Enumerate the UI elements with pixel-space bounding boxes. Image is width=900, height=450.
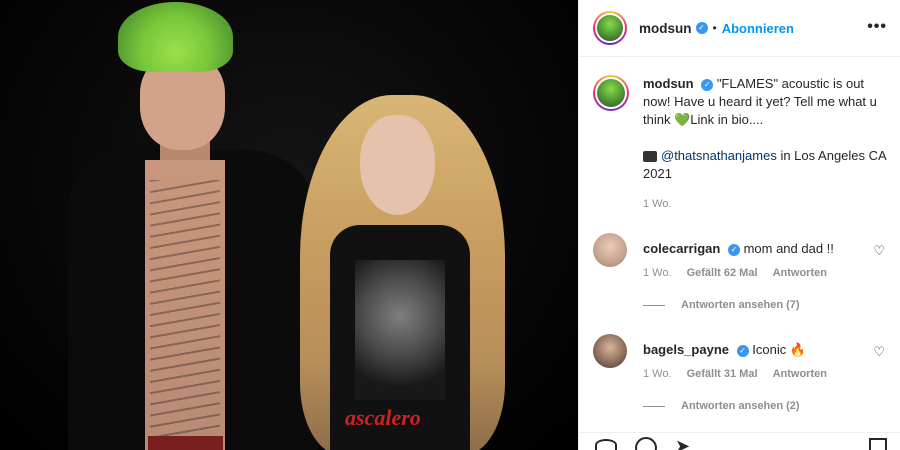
caption-username[interactable]: modsun <box>643 76 694 91</box>
photo-figure-belt <box>148 436 223 450</box>
comment-text: Iconic <box>752 342 787 357</box>
replies-divider <box>643 304 665 306</box>
verified-badge-icon: ✓ <box>736 344 749 357</box>
view-replies-label: Antworten ansehen (2) <box>681 400 800 412</box>
credit-mention-link[interactable]: @thatsnathanjames <box>661 148 777 163</box>
more-options-icon[interactable]: ••• <box>867 18 887 36</box>
photo-figure-green-hair <box>118 2 233 72</box>
author-username[interactable]: modsun <box>639 21 692 36</box>
heart-icon[interactable] <box>595 439 617 450</box>
caption-credit: @thatsnathanjames in Los Angeles CA 2021 <box>643 147 893 183</box>
caption-timestamp[interactable]: 1 Wo. <box>643 198 672 210</box>
reply-button[interactable]: Antworten <box>773 267 827 279</box>
commenter-avatar[interactable] <box>593 334 627 368</box>
photo-figure-tattoos <box>150 180 220 440</box>
post-header: modsun ✓ • Abonnieren ••• <box>579 0 900 57</box>
author-avatar[interactable] <box>593 11 627 45</box>
comment-icon[interactable] <box>635 437 657 450</box>
comment-text-line: bagels_payne ✓ Iconic 🔥 <box>643 342 806 358</box>
caption-avatar[interactable] <box>593 75 629 111</box>
comment-likes[interactable]: Gefällt 62 Mal <box>687 267 758 279</box>
photo-shirt-text: ascalero <box>345 405 421 430</box>
heart-icon[interactable]: ♡ <box>873 344 885 360</box>
post-caption: modsun ✓ "FLAMES" acoustic is out now! H… <box>593 75 893 183</box>
reply-button[interactable]: Antworten <box>773 368 827 380</box>
post-photo[interactable]: ascalero <box>0 0 578 450</box>
commenter-username[interactable]: bagels_payne <box>643 342 729 357</box>
camera-emoji-icon <box>643 151 657 163</box>
view-replies-button[interactable]: Antworten ansehen (7) <box>643 299 800 311</box>
follow-button[interactable]: Abonnieren <box>722 21 794 36</box>
header-separator: • <box>712 21 717 35</box>
commenter-username[interactable]: colecarrigan <box>643 241 720 256</box>
comment-text: mom and dad !! <box>743 241 834 256</box>
post-side-panel: modsun ✓ • Abonnieren ••• modsun ✓ "FLAM… <box>578 0 900 450</box>
share-icon[interactable]: ➤ <box>675 437 697 450</box>
comment-timestamp[interactable]: 1 Wo. <box>643 267 672 279</box>
replies-divider <box>643 405 665 407</box>
bookmark-icon[interactable] <box>869 438 887 450</box>
caption-body: modsun ✓ "FLAMES" acoustic is out now! H… <box>643 75 893 183</box>
view-replies-label: Antworten ansehen (7) <box>681 299 800 311</box>
post-actions-bar: ➤ <box>579 432 900 450</box>
comment-timestamp[interactable]: 1 Wo. <box>643 368 672 380</box>
verified-badge-icon: ✓ <box>695 22 708 34</box>
comment-text-line: colecarrigan ✓ mom and dad !! <box>643 241 834 256</box>
verified-badge-icon: ✓ <box>727 243 740 256</box>
verified-badge-icon: ✓ <box>701 78 714 91</box>
comment-meta: 1 Wo. Gefällt 31 Mal Antworten <box>643 368 839 380</box>
fire-emoji: 🔥 <box>789 342 807 357</box>
commenter-avatar[interactable] <box>593 233 627 267</box>
comment-meta: 1 Wo. Gefällt 62 Mal Antworten <box>643 267 839 279</box>
photo-figure-face <box>360 115 435 215</box>
caption-text-after: Link in bio.... <box>690 112 764 127</box>
heart-icon[interactable]: ♡ <box>873 243 885 259</box>
photo-shirt-print <box>355 260 445 400</box>
green-heart-emoji: 💚 <box>674 112 691 127</box>
comment-likes[interactable]: Gefällt 31 Mal <box>687 368 758 380</box>
view-replies-button[interactable]: Antworten ansehen (2) <box>643 400 800 412</box>
